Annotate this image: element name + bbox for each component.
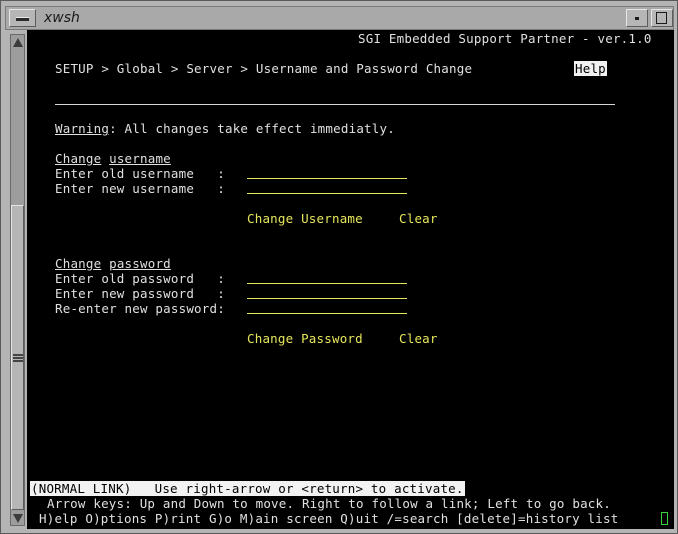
breadcrumb: SETUP > Global > Server > Username and P… (55, 61, 473, 76)
terminal-screen[interactable]: SGI Embedded Support Partner - ver.1.0 S… (27, 30, 674, 529)
change-username-button[interactable]: Change Username (247, 211, 363, 226)
clear-username-button[interactable]: Clear (399, 211, 438, 226)
new-username-label: Enter new username : (55, 181, 225, 196)
minimize-icon[interactable] (626, 9, 648, 27)
reenter-password-field[interactable] (247, 313, 407, 314)
help-line-2: H)elp O)ptions P)rint G)o M)ain screen Q… (39, 511, 619, 526)
password-section-title: Change password (55, 256, 171, 271)
scroll-down-arrow-icon[interactable] (11, 511, 24, 525)
window-menu-icon[interactable] (9, 9, 36, 27)
window-title: xwsh (44, 10, 80, 26)
username-section-title: Change username (55, 151, 171, 166)
reenter-password-label: Re-enter new password: (55, 301, 225, 316)
warning-text: : All changes take effect immediatly. (109, 121, 395, 136)
divider (55, 104, 615, 105)
new-password-label: Enter new password : (55, 286, 225, 301)
old-username-field[interactable] (247, 178, 407, 179)
old-password-label: Enter old password : (55, 271, 225, 286)
old-password-field[interactable] (247, 283, 407, 284)
scroll-thumb[interactable] (11, 205, 24, 510)
change-password-button[interactable]: Change Password (247, 331, 363, 346)
new-password-field[interactable] (247, 298, 407, 299)
terminal-cursor-icon (661, 512, 668, 525)
vertical-scrollbar[interactable] (10, 34, 25, 526)
title-bar[interactable]: xwsh (5, 6, 674, 30)
scroll-grip-icon (13, 354, 23, 362)
xwsh-window: xwsh SGI Embedded Support Partner - ver.… (0, 0, 678, 534)
clear-password-button[interactable]: Clear (399, 331, 438, 346)
maximize-icon[interactable] (651, 9, 673, 27)
help-link[interactable]: Help (574, 61, 607, 76)
warning-line: Warning: All changes take effect immedia… (55, 121, 395, 136)
warning-label: Warning (55, 121, 110, 136)
old-username-label: Enter old username : (55, 166, 225, 181)
new-username-field[interactable] (247, 193, 407, 194)
scroll-up-arrow-icon[interactable] (11, 35, 24, 49)
help-line-1: Arrow keys: Up and Down to move. Right t… (47, 496, 611, 511)
status-line: (NORMAL LINK) Use right-arrow or <return… (30, 481, 465, 496)
app-header: SGI Embedded Support Partner - ver.1.0 (358, 31, 652, 46)
